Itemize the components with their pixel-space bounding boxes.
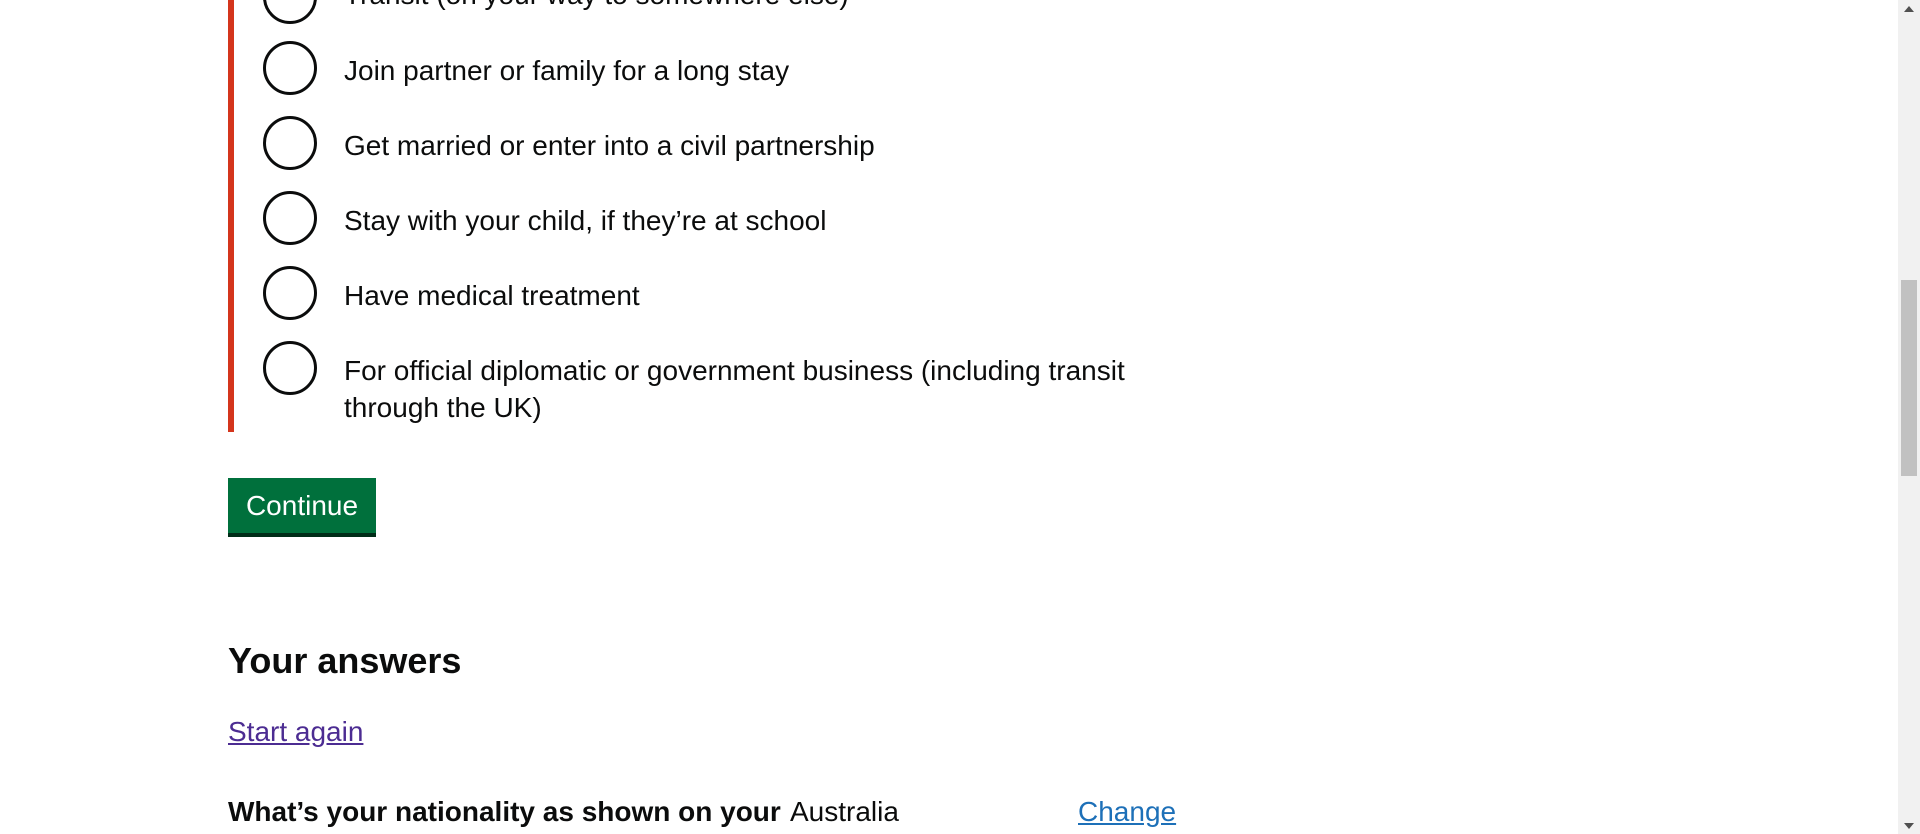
radio-button[interactable] [263,116,317,170]
change-link[interactable]: Change [1078,796,1176,828]
page: Transit (on your way to somewhere else) … [0,0,1898,834]
radio-label[interactable]: Join partner or family for a long stay [344,52,1164,89]
continue-button[interactable]: Continue [228,478,376,533]
radio-button[interactable] [263,0,317,24]
radio-label[interactable]: Have medical treatment [344,277,1164,314]
radio-option-join-partner[interactable]: Join partner or family for a long stay [263,41,1163,101]
start-again-link[interactable]: Start again [228,716,363,748]
radio-label[interactable]: Get married or enter into a civil partne… [344,127,1164,164]
purpose-radio-group: Transit (on your way to somewhere else) … [228,0,1184,432]
answers-heading: Your answers [228,640,462,681]
radio-button[interactable] [263,341,317,395]
radio-label[interactable]: Transit (on your way to somewhere else) [344,0,1164,13]
radio-option-transit[interactable]: Transit (on your way to somewhere else) [263,0,1163,30]
scroll-down-arrow-icon[interactable] [1898,817,1920,834]
radio-button[interactable] [263,266,317,320]
radio-label[interactable]: For official diplomatic or government bu… [344,352,1164,426]
radio-option-diplomatic[interactable]: For official diplomatic or government bu… [263,341,1163,423]
scroll-up-arrow-icon[interactable] [1898,0,1920,17]
radio-option-get-married[interactable]: Get married or enter into a civil partne… [263,116,1163,176]
radio-option-medical-treatment[interactable]: Have medical treatment [263,266,1163,326]
radio-button[interactable] [263,191,317,245]
summary-question: What’s your nationality as shown on your [228,796,781,827]
scrollbar-thumb[interactable] [1901,280,1917,476]
vertical-scrollbar[interactable] [1898,0,1920,834]
radio-button[interactable] [263,41,317,95]
radio-option-stay-with-child[interactable]: Stay with your child, if they’re at scho… [263,191,1163,251]
radio-label[interactable]: Stay with your child, if they’re at scho… [344,202,1164,239]
summary-row: What’s your nationality as shown on your… [228,796,1228,834]
summary-answer: Australia [790,796,899,827]
